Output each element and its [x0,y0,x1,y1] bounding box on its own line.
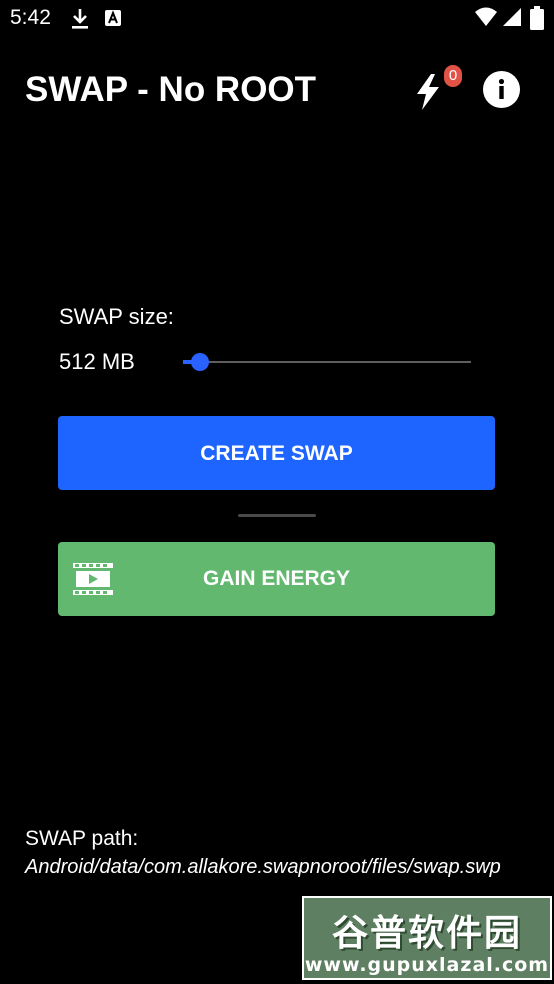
gain-energy-button[interactable]: GAIN ENERGY [58,542,495,616]
slider-thumb[interactable] [191,353,209,371]
swap-path-label: SWAP path: [25,827,139,850]
swap-path-value: Android/data/com.allakore.swapnoroot/fil… [25,856,501,878]
status-time: 5:42 [10,6,51,29]
slider-track [183,361,471,363]
swap-size-label: SWAP size: [59,304,174,329]
a-notification-icon [104,8,122,33]
wifi-icon [474,7,498,32]
info-button[interactable] [483,71,520,108]
battery-icon [530,6,544,35]
app-title: SWAP - No ROOT [25,70,317,109]
energy-count-badge: 0 [444,65,462,87]
download-icon [70,8,90,35]
watermark-logo: 谷普软件园 www.gupuxlazal.com [302,896,552,980]
status-bar: 5:42 [0,0,554,38]
lightning-bolt-icon [414,74,442,115]
signal-icon [502,7,522,32]
swap-size-slider[interactable] [183,350,473,374]
swap-size-value: 512 MB [59,349,135,374]
energy-button[interactable]: 0 [410,65,466,115]
gain-energy-label: GAIN ENERGY [202,567,351,590]
divider [238,514,316,517]
info-icon [483,71,520,108]
watermark-title: 谷普软件园 [331,913,522,954]
create-swap-button[interactable]: CREATE SWAP [58,416,495,490]
watermark-url: www.gupuxlazal.com [304,954,550,976]
